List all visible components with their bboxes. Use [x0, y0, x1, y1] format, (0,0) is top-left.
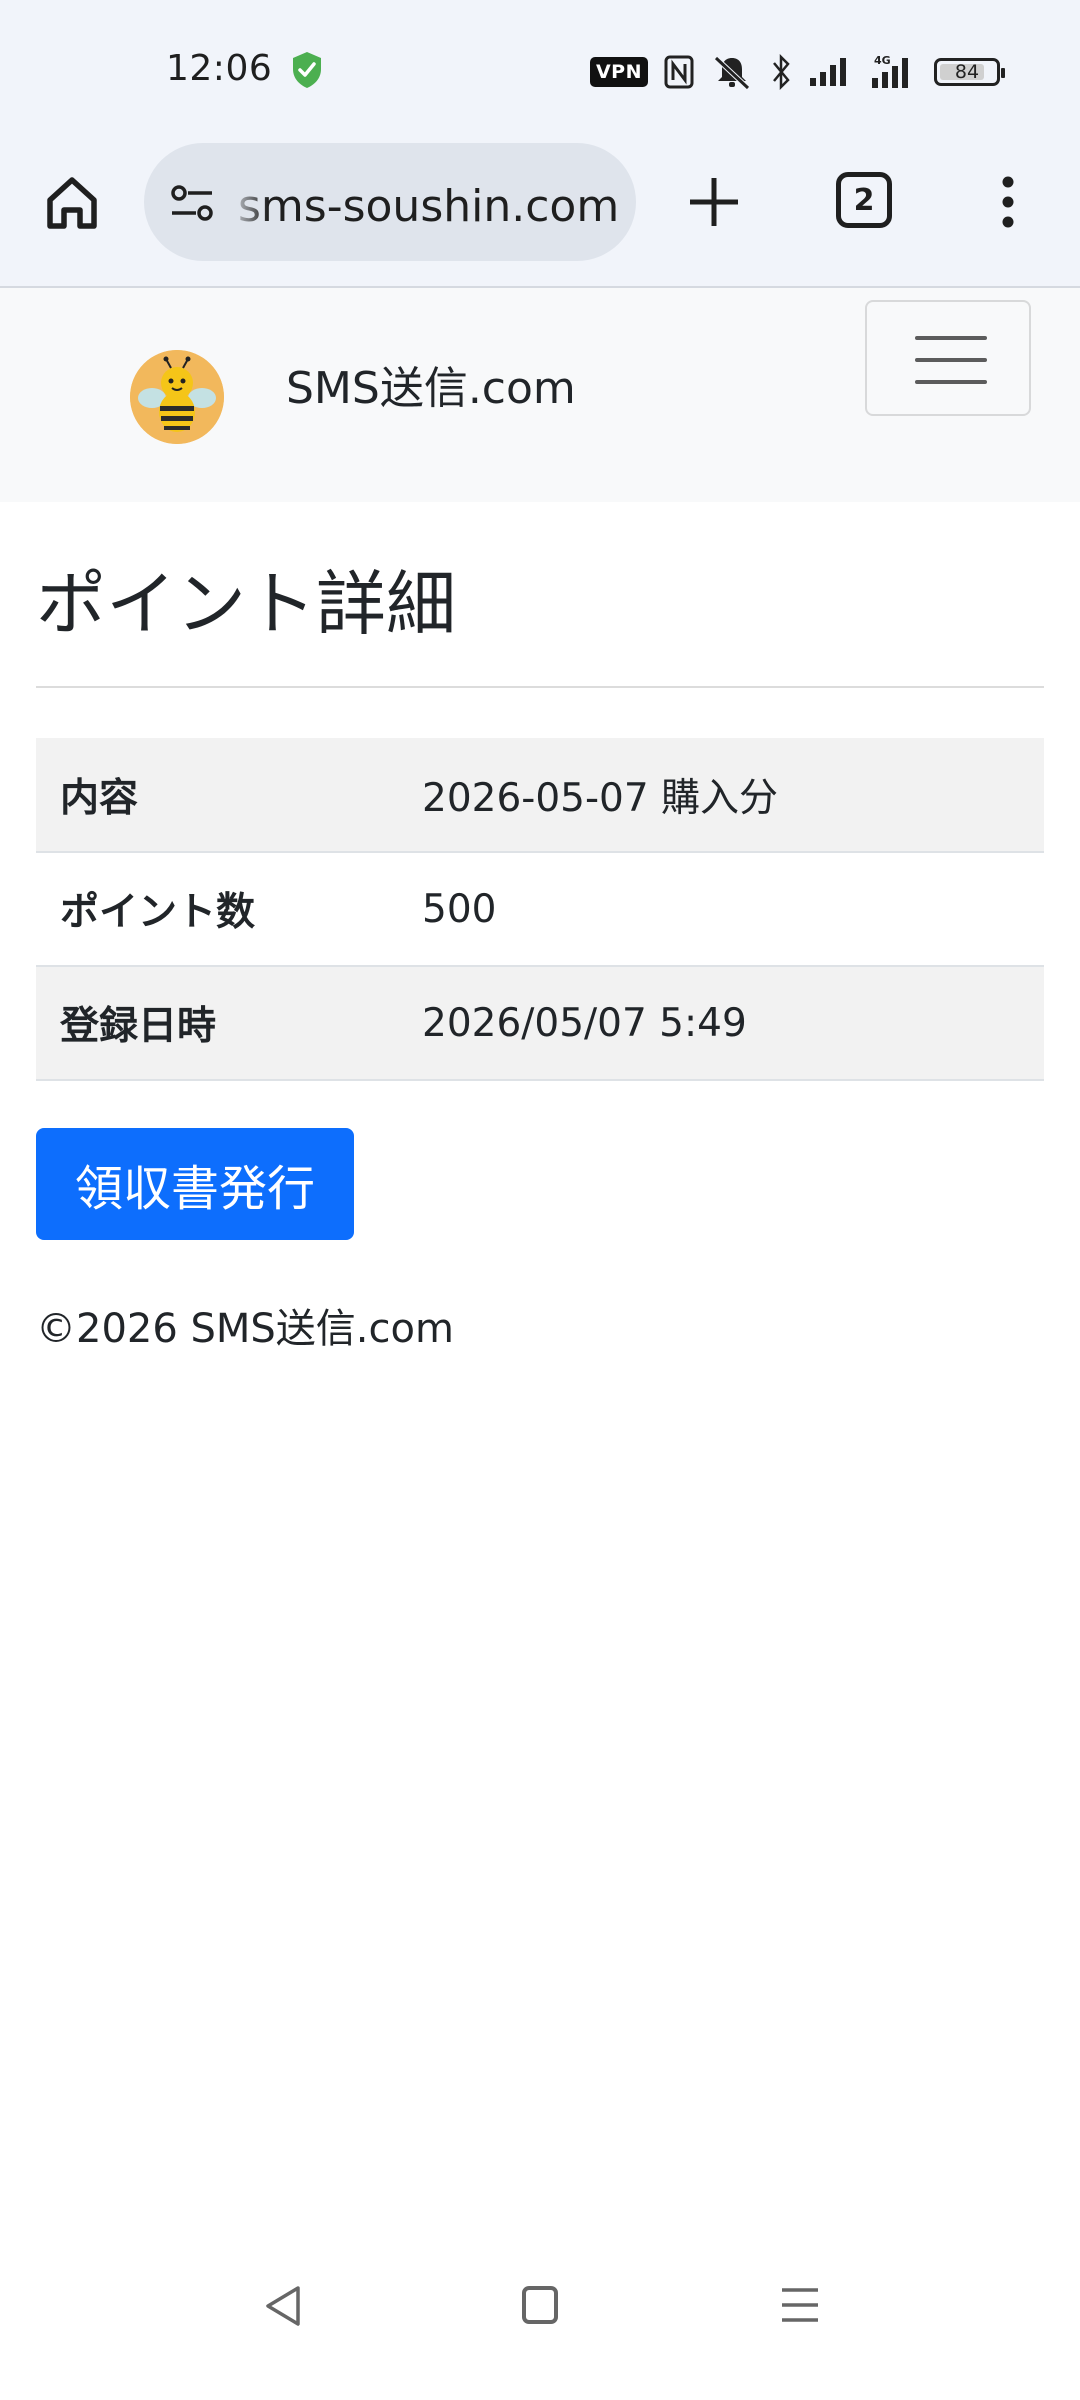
url-text[interactable]: sms-soushin.com — [238, 181, 618, 232]
row-label: 登録日時 — [60, 1004, 217, 1049]
tab-switcher-button[interactable]: 2 — [836, 172, 892, 228]
home-nav-icon[interactable] — [522, 2286, 558, 2324]
hamburger-icon — [915, 358, 987, 362]
battery-level: 84 — [954, 61, 980, 83]
new-tab-icon[interactable] — [684, 172, 744, 232]
back-icon[interactable] — [262, 2284, 304, 2328]
point-detail-table: 内容 2026-05-07 購入分 ポイント数 500 登録日時 2026/05… — [36, 738, 1044, 1081]
site-brand[interactable]: SMS送信.com — [286, 352, 576, 416]
bee-logo[interactable] — [130, 350, 224, 444]
home-icon[interactable] — [40, 170, 104, 234]
row-value: 2026-05-07 購入分 — [422, 775, 779, 821]
site-settings-icon[interactable] — [168, 183, 216, 223]
row-label: ポイント数 — [60, 890, 256, 935]
table-row: 登録日時 2026/05/07 5:49 — [36, 966, 1044, 1080]
issue-receipt-button[interactable]: 領収書発行 — [36, 1128, 354, 1240]
hamburger-icon — [915, 336, 987, 340]
shield-icon — [293, 52, 321, 88]
address-bar[interactable]: sms-soushin.com — [144, 143, 636, 261]
battery-icon: 84 — [934, 58, 1005, 86]
row-value: 2026/05/07 5:49 — [422, 1000, 747, 1046]
table-row: 内容 2026-05-07 購入分 — [36, 738, 1044, 852]
status-bar: 12:06 VPN 4G 84 — [0, 0, 1080, 140]
footer-copyright: ©2026 SMS送信.com — [36, 1306, 454, 1352]
navbar-toggle-button[interactable] — [865, 300, 1031, 416]
hamburger-icon — [915, 380, 987, 384]
row-value: 500 — [422, 886, 497, 932]
page: 12:06 VPN 4G 84 sms-soushin.com 2 SMS送信.… — [0, 0, 1080, 2400]
bluetooth-icon — [773, 54, 790, 90]
signal-4g-icon: 4G — [872, 54, 908, 88]
svg-text:4G: 4G — [874, 54, 891, 67]
signal-icon — [810, 58, 846, 86]
browser-toolbar: sms-soushin.com 2 — [0, 140, 1080, 288]
mute-bell-icon — [714, 56, 750, 90]
system-navigation-bar — [0, 2260, 1080, 2400]
status-time: 12:06 — [166, 48, 273, 89]
page-title: ポイント詳細 — [36, 563, 456, 645]
site-navbar: SMS送信.com — [0, 288, 1080, 502]
title-divider — [36, 686, 1044, 688]
status-icons: VPN 4G 84 — [589, 52, 1005, 92]
row-label: 内容 — [60, 775, 139, 821]
overflow-menu-icon[interactable] — [990, 172, 1026, 232]
vpn-badge: VPN — [589, 57, 648, 87]
table-row: ポイント数 500 — [36, 852, 1044, 966]
nfc-icon — [664, 55, 694, 89]
bee-mascot-icon — [130, 350, 224, 444]
recent-apps-icon[interactable] — [780, 2286, 820, 2324]
